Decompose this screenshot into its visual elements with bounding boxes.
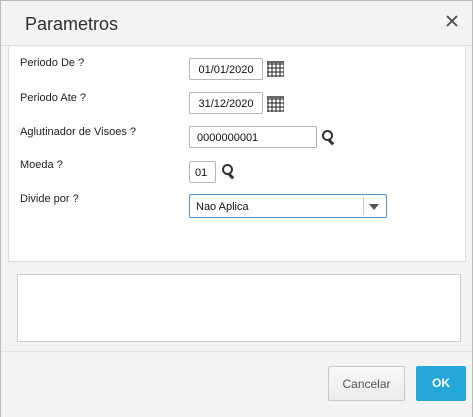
search-icon[interactable] (222, 164, 236, 180)
cancel-button[interactable]: Cancelar (328, 366, 405, 401)
close-icon[interactable] (444, 13, 460, 29)
periodo-de-input[interactable]: 01/01/2020 (189, 58, 263, 80)
select-separator (363, 197, 364, 215)
aglutinador-input[interactable]: 0000000001 (189, 126, 317, 148)
aglutinador-label: Aglutinador de Visoes ? (20, 126, 136, 138)
calendar-icon[interactable] (267, 61, 284, 77)
divide-por-label: Divide por ? (20, 193, 79, 205)
chevron-down-icon[interactable] (369, 204, 379, 210)
form-panel: Periodo De ? 01/01/2020 Periodo Ate ? 31… (8, 47, 466, 262)
periodo-de-label: Periodo De ? (20, 57, 85, 69)
search-icon[interactable] (322, 130, 336, 146)
dialog-title: Parametros (25, 14, 119, 34)
parametros-dialog: Parametros Periodo De ? 01/01/2020 Perio… (0, 0, 473, 417)
dialog-titlebar: Parametros (1, 1, 472, 46)
dialog-footer: Cancelar OK (1, 351, 472, 417)
moeda-label: Moeda ? (20, 159, 63, 171)
periodo-ate-label: Periodo Ate ? (20, 92, 87, 104)
moeda-input[interactable]: 01 (189, 161, 216, 183)
divide-por-value: Nao Aplica (196, 201, 249, 213)
divide-por-select[interactable]: Nao Aplica (189, 194, 387, 218)
ok-button[interactable]: OK (416, 366, 466, 401)
info-textarea[interactable] (17, 274, 461, 342)
calendar-icon[interactable] (267, 96, 284, 112)
periodo-ate-input[interactable]: 31/12/2020 (189, 92, 263, 114)
